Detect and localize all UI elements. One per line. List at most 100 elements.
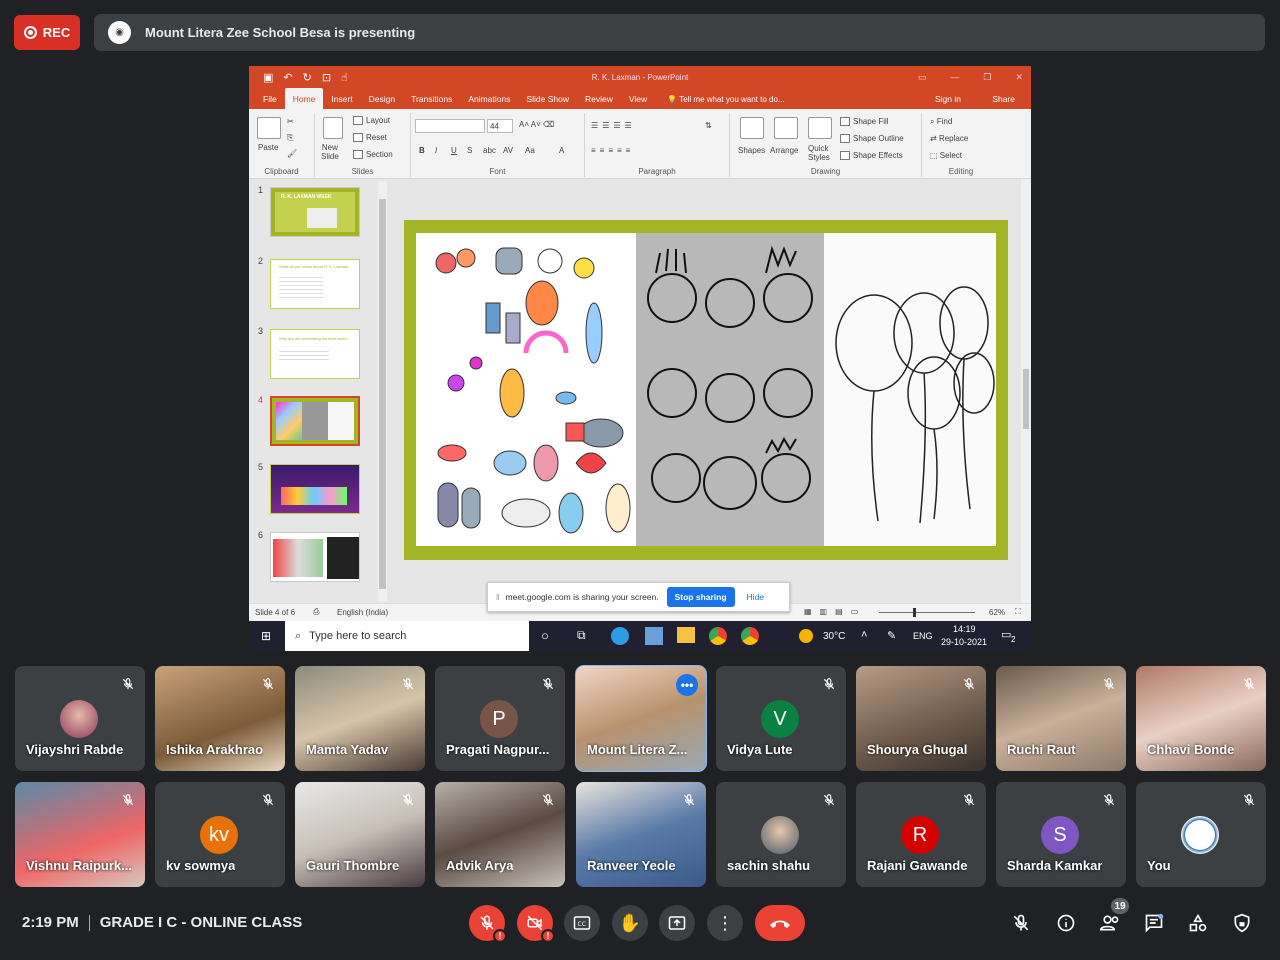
font-name-input[interactable] bbox=[415, 119, 485, 133]
fit-slide-icon[interactable]: ⛶ bbox=[1015, 607, 1021, 617]
taskbar-search[interactable]: ⌕ Type here to search bbox=[285, 621, 529, 651]
weather-icon[interactable] bbox=[799, 629, 813, 643]
tab-view[interactable]: View bbox=[621, 88, 655, 109]
tab-home[interactable]: Home bbox=[284, 88, 324, 109]
font-size-input[interactable]: 44 bbox=[487, 119, 513, 133]
shapes-label[interactable]: Shapes bbox=[738, 146, 765, 155]
thumbnail-scrollbar[interactable] bbox=[378, 181, 387, 601]
participant-tile[interactable]: Ranveer Yeole bbox=[576, 782, 706, 887]
reset-button[interactable]: Reset bbox=[353, 133, 387, 143]
windows-start-icon[interactable]: ⊞ bbox=[261, 629, 271, 643]
slide-thumbnail-3[interactable]: Why are we celebrating his birth week? bbox=[270, 329, 360, 379]
change-case-button[interactable]: Aa bbox=[525, 146, 535, 155]
host-controls-button[interactable] bbox=[1229, 910, 1255, 936]
clock-time[interactable]: 14:19 bbox=[953, 624, 976, 634]
quick-styles-icon[interactable] bbox=[808, 117, 832, 139]
input-language[interactable]: ENG bbox=[913, 631, 933, 641]
paste-label[interactable]: Paste bbox=[258, 143, 278, 152]
quick-styles-label[interactable]: Quick Styles bbox=[808, 144, 830, 162]
shapes-icon[interactable] bbox=[740, 117, 764, 139]
slide-thumbnail-4[interactable] bbox=[270, 396, 360, 446]
underline-button[interactable]: U bbox=[451, 146, 457, 155]
select-button[interactable]: ⬚ Select bbox=[930, 151, 962, 160]
tab-animations[interactable]: Animations bbox=[460, 88, 518, 109]
captions-button[interactable]: CC bbox=[564, 905, 600, 941]
spellcheck-icon[interactable]: ⎙ bbox=[313, 607, 319, 617]
participant-tile[interactable]: S Sharda Kamkar bbox=[996, 782, 1126, 887]
ribbon-display-icon[interactable]: ▭ bbox=[918, 72, 927, 83]
participant-tile[interactable]: Gauri Thombre bbox=[295, 782, 425, 887]
zoom-level[interactable]: 62% bbox=[989, 608, 1005, 617]
participant-tile[interactable]: P Pragati Nagpur... bbox=[435, 666, 565, 771]
font-grow-icon[interactable]: A˄ A˅ ⌫ bbox=[519, 120, 554, 129]
arrange-icon[interactable] bbox=[774, 117, 798, 139]
align-icon[interactable]: ≡≡≡≡≡ bbox=[591, 146, 634, 155]
file-explorer-icon[interactable] bbox=[677, 627, 695, 643]
zoom-thumb[interactable] bbox=[913, 608, 916, 617]
slide-thumbnail-6[interactable] bbox=[270, 532, 360, 582]
font-color-button[interactable]: A bbox=[559, 146, 564, 155]
host-mute-button[interactable] bbox=[1008, 910, 1034, 936]
language-status[interactable]: English (India) bbox=[337, 608, 388, 617]
copy-icon[interactable]: ⎘ bbox=[287, 133, 293, 143]
zoom-slider[interactable] bbox=[879, 612, 975, 613]
layout-button[interactable]: Layout bbox=[353, 116, 390, 126]
participant-tile[interactable]: Ishika Arakhrao bbox=[155, 666, 285, 771]
format-painter-icon[interactable]: 🖌 bbox=[287, 149, 297, 158]
cortana-icon[interactable]: ○ bbox=[541, 628, 549, 643]
slide-thumbnail-5[interactable] bbox=[270, 464, 360, 514]
meeting-title[interactable]: GRADE I C - ONLINE CLASS bbox=[100, 914, 303, 931]
tell-me-search[interactable]: 💡 Tell me what you want to do... bbox=[655, 95, 794, 109]
clock-date[interactable]: 29-10-2021 bbox=[941, 637, 987, 647]
new-slide-icon[interactable] bbox=[323, 117, 343, 139]
new-slide-label[interactable]: New Slide bbox=[321, 143, 339, 161]
activities-button[interactable] bbox=[1185, 910, 1211, 936]
slide-thumbnail-2[interactable]: What do you know about R. K. Laxman bbox=[270, 259, 360, 309]
tab-slide-show[interactable]: Slide Show bbox=[518, 88, 577, 109]
view-icons[interactable]: ▦▥▤▭ bbox=[804, 607, 866, 616]
temperature[interactable]: 30°C bbox=[823, 631, 845, 642]
notification-icon[interactable]: ▭ bbox=[1001, 628, 1011, 641]
close-icon[interactable]: ✕ bbox=[1015, 72, 1023, 83]
shape-fill-button[interactable]: Shape Fill bbox=[840, 117, 889, 127]
minimize-icon[interactable]: — bbox=[950, 72, 959, 83]
hide-button[interactable]: Hide bbox=[747, 592, 764, 602]
section-button[interactable]: Section bbox=[353, 150, 393, 160]
find-button[interactable]: ⌕ Find bbox=[930, 117, 952, 127]
sign-in-link[interactable]: Sign in bbox=[935, 94, 961, 104]
task-view-icon[interactable]: ⧉ bbox=[577, 628, 586, 643]
drag-handle-icon[interactable]: ‖ bbox=[496, 592, 500, 602]
cut-icon[interactable]: ✂ bbox=[287, 117, 294, 126]
participant-tile[interactable]: Vishnu Raipurk... bbox=[15, 782, 145, 887]
maximize-icon[interactable]: ❐ bbox=[983, 72, 991, 83]
meeting-details-button[interactable] bbox=[1053, 910, 1079, 936]
chrome-profile-icon[interactable] bbox=[741, 627, 759, 645]
char-spacing-button[interactable]: AV bbox=[503, 146, 513, 155]
participant-tile[interactable]: Ruchi Raut bbox=[996, 666, 1126, 771]
edge-icon[interactable] bbox=[611, 627, 629, 645]
participant-tile[interactable]: Advik Arya bbox=[435, 782, 565, 887]
bold-button[interactable]: B bbox=[419, 146, 425, 155]
participant-tile[interactable]: Vijayshri Rabde bbox=[15, 666, 145, 771]
shadow-button[interactable]: S bbox=[467, 146, 472, 155]
shape-effects-button[interactable]: Shape Effects bbox=[840, 151, 903, 161]
mic-toggle-button[interactable]: ! bbox=[469, 905, 507, 943]
participant-tile[interactable]: V Vidya Lute bbox=[716, 666, 846, 771]
tab-transitions[interactable]: Transitions bbox=[403, 88, 460, 109]
italic-button[interactable]: I bbox=[435, 146, 437, 155]
participant-tile[interactable]: R Rajani Gawande bbox=[856, 782, 986, 887]
tray-chevron-icon[interactable]: ˄ bbox=[861, 629, 867, 641]
participant-tile[interactable]: sachin shahu bbox=[716, 782, 846, 887]
share-button[interactable]: Share bbox=[992, 94, 1015, 104]
participant-tile[interactable]: Chhavi Bonde bbox=[1136, 666, 1266, 771]
participant-tile[interactable]: Shourya Ghugal bbox=[856, 666, 986, 771]
tab-review[interactable]: Review bbox=[577, 88, 621, 109]
tab-file[interactable]: File bbox=[255, 88, 285, 109]
participant-tile[interactable]: kv kv sowmya bbox=[155, 782, 285, 887]
participant-tile[interactable]: ••• Mount Litera Z... bbox=[575, 665, 707, 772]
text-direction-icon[interactable]: ⇅ bbox=[705, 121, 712, 130]
canvas-scrollbar[interactable] bbox=[1021, 179, 1031, 603]
present-now-button[interactable] bbox=[659, 905, 695, 941]
pen-icon[interactable]: ✎ bbox=[887, 629, 896, 642]
arrange-label[interactable]: Arrange bbox=[770, 146, 798, 155]
